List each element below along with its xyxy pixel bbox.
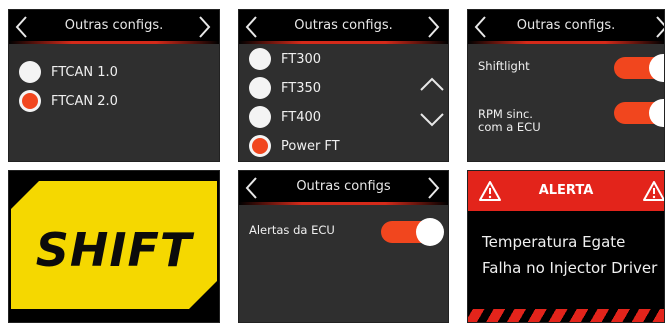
toggle-knob	[416, 218, 444, 246]
radio-label: FT400	[281, 109, 322, 125]
header-bar: Outras configs	[239, 171, 448, 205]
radio-button-selected[interactable]	[249, 135, 271, 157]
rpm-sync-label-line2: com a ECU	[478, 120, 541, 134]
radio-label: Power FT	[281, 138, 340, 154]
screen-shift-warning: SHIFT	[8, 170, 220, 323]
radio-option-ft400[interactable]: FT400	[249, 106, 321, 128]
alert-message: Temperatura Egate	[482, 233, 626, 251]
ecu-alerts-toggle[interactable]	[381, 218, 444, 246]
chevron-down-icon[interactable]	[419, 112, 445, 128]
radio-option-ft350[interactable]: FT350	[249, 77, 321, 99]
header-accent-line	[9, 41, 219, 44]
screen-title: Outras configs.	[64, 18, 164, 33]
rpm-sync-label: RPM sinc. com a ECU	[478, 108, 541, 134]
toggle-knob	[649, 54, 664, 82]
radio-option-ftcan-1[interactable]: FTCAN 1.0	[19, 61, 118, 83]
radio-button[interactable]	[249, 77, 271, 99]
shiftlight-label: Shiftlight	[478, 59, 530, 73]
radio-option-power-ft[interactable]: Power FT	[249, 135, 340, 157]
chevron-right-icon[interactable]	[652, 15, 664, 39]
alert-header: ALERTA	[468, 171, 664, 211]
header-accent-line	[468, 41, 664, 44]
header-accent-line	[239, 41, 448, 44]
chevron-up-icon[interactable]	[419, 76, 445, 92]
radio-button[interactable]	[19, 61, 41, 83]
chevron-right-icon[interactable]	[424, 15, 442, 39]
radio-button[interactable]	[249, 48, 271, 70]
chevron-right-icon[interactable]	[424, 176, 442, 200]
radio-button-selected[interactable]	[19, 90, 41, 112]
screen-shiftlight-settings: Outras configs. Shiftlight RPM sinc. com…	[467, 9, 665, 162]
radio-option-ftcan-2[interactable]: FTCAN 2.0	[19, 90, 118, 112]
shift-text: SHIFT	[35, 223, 193, 277]
alert-message: Falha no Injector Driver	[482, 259, 658, 277]
radio-button[interactable]	[249, 106, 271, 128]
radio-label: FT350	[281, 80, 322, 96]
screen-alert: ALERTA Temperatura Egate Falha no Inject…	[467, 170, 665, 323]
radio-label: FT300	[281, 51, 322, 67]
radio-option-ft300[interactable]: FT300	[249, 48, 321, 70]
screen-ecu-model: Outras configs. FT300 FT350 FT400 Power …	[238, 9, 449, 162]
radio-label: FTCAN 2.0	[51, 93, 118, 109]
warning-icon	[642, 180, 664, 202]
header-accent-line	[239, 202, 448, 205]
toggle-knob	[649, 99, 664, 127]
screen-ecu-alerts: Outras configs Alertas da ECU	[238, 170, 449, 323]
shiftlight-toggle[interactable]	[614, 54, 664, 82]
header-bar: Outras configs.	[239, 10, 448, 44]
rpm-sync-toggle[interactable]	[614, 99, 664, 127]
alert-title: ALERTA	[538, 183, 594, 198]
radio-label: FTCAN 1.0	[51, 64, 118, 80]
header-bar: Outras configs.	[9, 10, 219, 44]
ecu-alerts-label: Alertas da ECU	[249, 223, 335, 237]
screen-can-protocol: Outras configs. FTCAN 1.0 FTCAN 2.0	[8, 9, 220, 162]
header-bar: Outras configs.	[468, 10, 664, 44]
chevron-right-icon[interactable]	[195, 15, 213, 39]
screen-title: Outras configs.	[294, 18, 393, 33]
screen-title: Outras configs	[296, 179, 391, 194]
alert-hazard-stripes	[468, 309, 664, 322]
screen-title: Outras configs.	[516, 18, 616, 33]
